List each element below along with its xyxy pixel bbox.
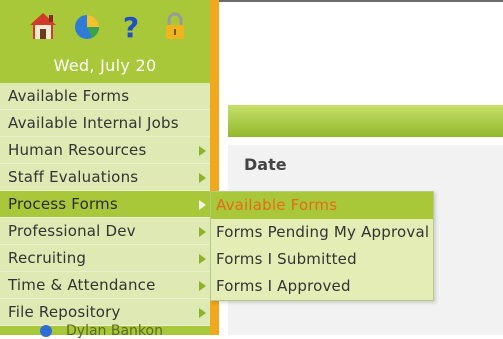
sidebar-item-label: Process Forms <box>8 195 118 213</box>
date-column-header[interactable]: Date <box>244 155 287 174</box>
submenu-arrow-icon <box>199 227 206 237</box>
panel-header-bar <box>228 105 503 137</box>
user-name: Dylan Bankon <box>66 323 163 339</box>
sidebar-item-label: Available Forms <box>8 87 130 105</box>
submenu-arrow-icon <box>199 146 206 156</box>
sidebar-item-label: Staff Evaluations <box>8 168 139 186</box>
flyout-item-available-forms[interactable]: Available Forms <box>211 192 433 219</box>
sidebar-item-available-forms[interactable]: Available Forms <box>0 83 210 110</box>
sidebar-item-human-resources[interactable]: Human Resources <box>0 137 210 164</box>
flyout-item-forms-submitted[interactable]: Forms I Submitted <box>211 246 433 273</box>
submenu-arrow-icon <box>199 308 206 318</box>
sidebar-item-available-internal-jobs[interactable]: Available Internal Jobs <box>0 110 210 137</box>
submenu-arrow-icon <box>199 200 206 210</box>
chart-pie-icon[interactable] <box>72 10 102 42</box>
submenu-arrow-icon <box>199 254 206 264</box>
sidebar-item-label: File Repository <box>8 303 121 321</box>
submenu-arrow-icon <box>199 173 206 183</box>
top-divider <box>219 0 503 2</box>
help-icon[interactable]: ? <box>116 10 146 42</box>
sidebar-item-label: Available Internal Jobs <box>8 114 179 132</box>
sidebar-item-file-repository[interactable]: File Repository <box>0 299 210 326</box>
sidebar-item-professional-dev[interactable]: Professional Dev <box>0 218 210 245</box>
sidebar-item-process-forms[interactable]: Process Forms <box>0 191 210 218</box>
panel-subheader <box>228 137 503 145</box>
svg-text:?: ? <box>123 11 139 42</box>
flyout-item-forms-pending-approval[interactable]: Forms Pending My Approval <box>211 219 433 246</box>
sidebar-item-label: Professional Dev <box>8 222 136 240</box>
lock-icon[interactable] <box>160 10 190 42</box>
sidebar-item-label: Human Resources <box>8 141 147 159</box>
sidebar: ? Wed, July 20 Available Forms Available… <box>0 0 210 339</box>
flyout-item-forms-approved[interactable]: Forms I Approved <box>211 273 433 300</box>
sidebar-item-recruiting[interactable]: Recruiting <box>0 245 210 272</box>
sidebar-menu: Available Forms Available Internal Jobs … <box>0 83 210 326</box>
sidebar-item-time-attendance[interactable]: Time & Attendance <box>0 272 210 299</box>
submenu-arrow-icon <box>199 281 206 291</box>
sidebar-item-label: Time & Attendance <box>8 276 156 294</box>
sidebar-item-label: Recruiting <box>8 249 87 267</box>
quick-icons: ? <box>28 8 190 44</box>
process-forms-flyout: Available Forms Forms Pending My Approva… <box>210 191 434 301</box>
sidebar-item-staff-evaluations[interactable]: Staff Evaluations <box>0 164 210 191</box>
user-icon <box>40 325 52 337</box>
home-icon[interactable] <box>28 10 58 42</box>
current-date: Wed, July 20 <box>53 56 157 75</box>
